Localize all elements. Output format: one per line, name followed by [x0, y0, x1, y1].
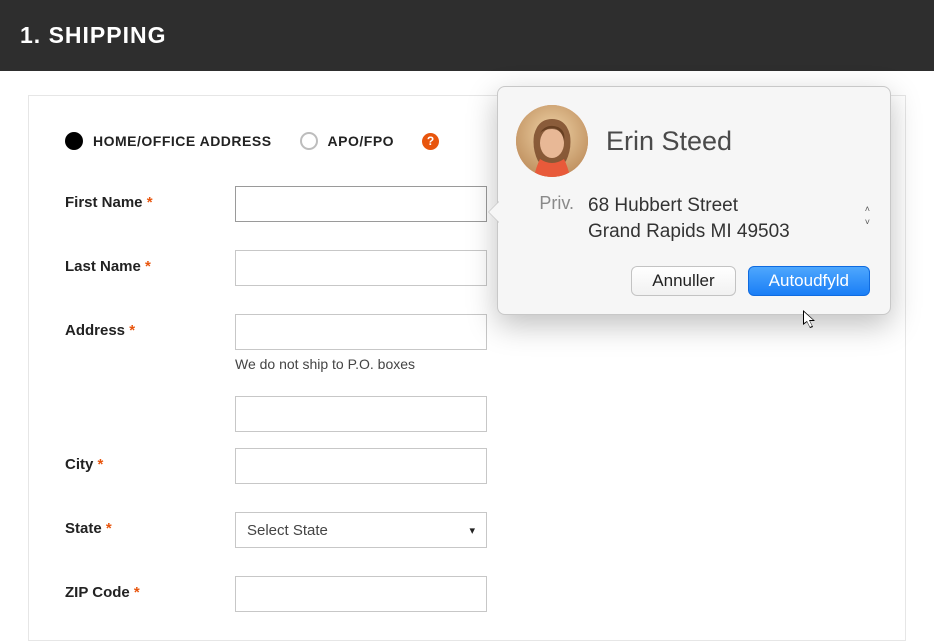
avatar: [516, 105, 588, 177]
radio-apo-label: APO/FPO: [328, 133, 395, 149]
autofill-popover: Erin Steed Priv. 68 Hubbert Street Grand…: [497, 86, 891, 315]
last-name-input[interactable]: [235, 250, 487, 286]
radio-apo-fpo[interactable]: APO/FPO: [300, 132, 395, 150]
address-input-2[interactable]: [235, 396, 487, 432]
autofill-line2: Grand Rapids MI 49503: [588, 219, 851, 245]
label-state: State *: [65, 512, 235, 537]
address-helper: We do not ship to P.O. boxes: [235, 356, 487, 372]
radio-home-label: HOME/OFFICE ADDRESS: [93, 133, 272, 149]
address-stepper[interactable]: ˄ ˅: [865, 193, 870, 227]
row-address: Address * We do not ship to P.O. boxes: [65, 314, 869, 432]
step-title: 1. SHIPPING: [20, 22, 166, 48]
autofill-line1: 68 Hubbert Street: [588, 193, 851, 219]
autofill-button[interactable]: Autoudfyld: [748, 266, 870, 296]
autofill-address-label: Priv.: [528, 193, 574, 214]
cancel-button[interactable]: Annuller: [631, 266, 735, 296]
page-header: 1. SHIPPING: [0, 0, 934, 71]
city-input[interactable]: [235, 448, 487, 484]
label-first-name: First Name *: [65, 186, 235, 211]
autofill-address-body: 68 Hubbert Street Grand Rapids MI 49503: [588, 193, 851, 244]
radio-checked-icon: [65, 132, 83, 150]
autofill-header: Erin Steed: [516, 105, 870, 177]
state-placeholder: Select State: [247, 522, 328, 539]
state-select[interactable]: Select State ▾: [235, 512, 487, 548]
chevron-down-icon: ▾: [469, 524, 475, 537]
zip-input[interactable]: [235, 576, 487, 612]
first-name-input[interactable]: [235, 186, 487, 222]
label-zip: ZIP Code *: [65, 576, 235, 601]
row-zip: ZIP Code *: [65, 576, 869, 612]
address-input-1[interactable]: [235, 314, 487, 350]
autofill-actions: Annuller Autoudfyld: [516, 266, 870, 296]
chevron-down-icon: ˅: [865, 218, 870, 227]
row-city: City *: [65, 448, 869, 484]
autofill-name: Erin Steed: [606, 126, 732, 157]
label-city: City *: [65, 448, 235, 473]
help-icon[interactable]: ?: [422, 133, 439, 150]
chevron-up-icon: ˄: [865, 205, 870, 214]
row-state: State * Select State ▾: [65, 512, 869, 548]
autofill-address-row[interactable]: Priv. 68 Hubbert Street Grand Rapids MI …: [528, 193, 870, 244]
label-address: Address *: [65, 314, 235, 339]
radio-unchecked-icon: [300, 132, 318, 150]
label-last-name: Last Name *: [65, 250, 235, 275]
radio-home-office[interactable]: HOME/OFFICE ADDRESS: [65, 132, 272, 150]
